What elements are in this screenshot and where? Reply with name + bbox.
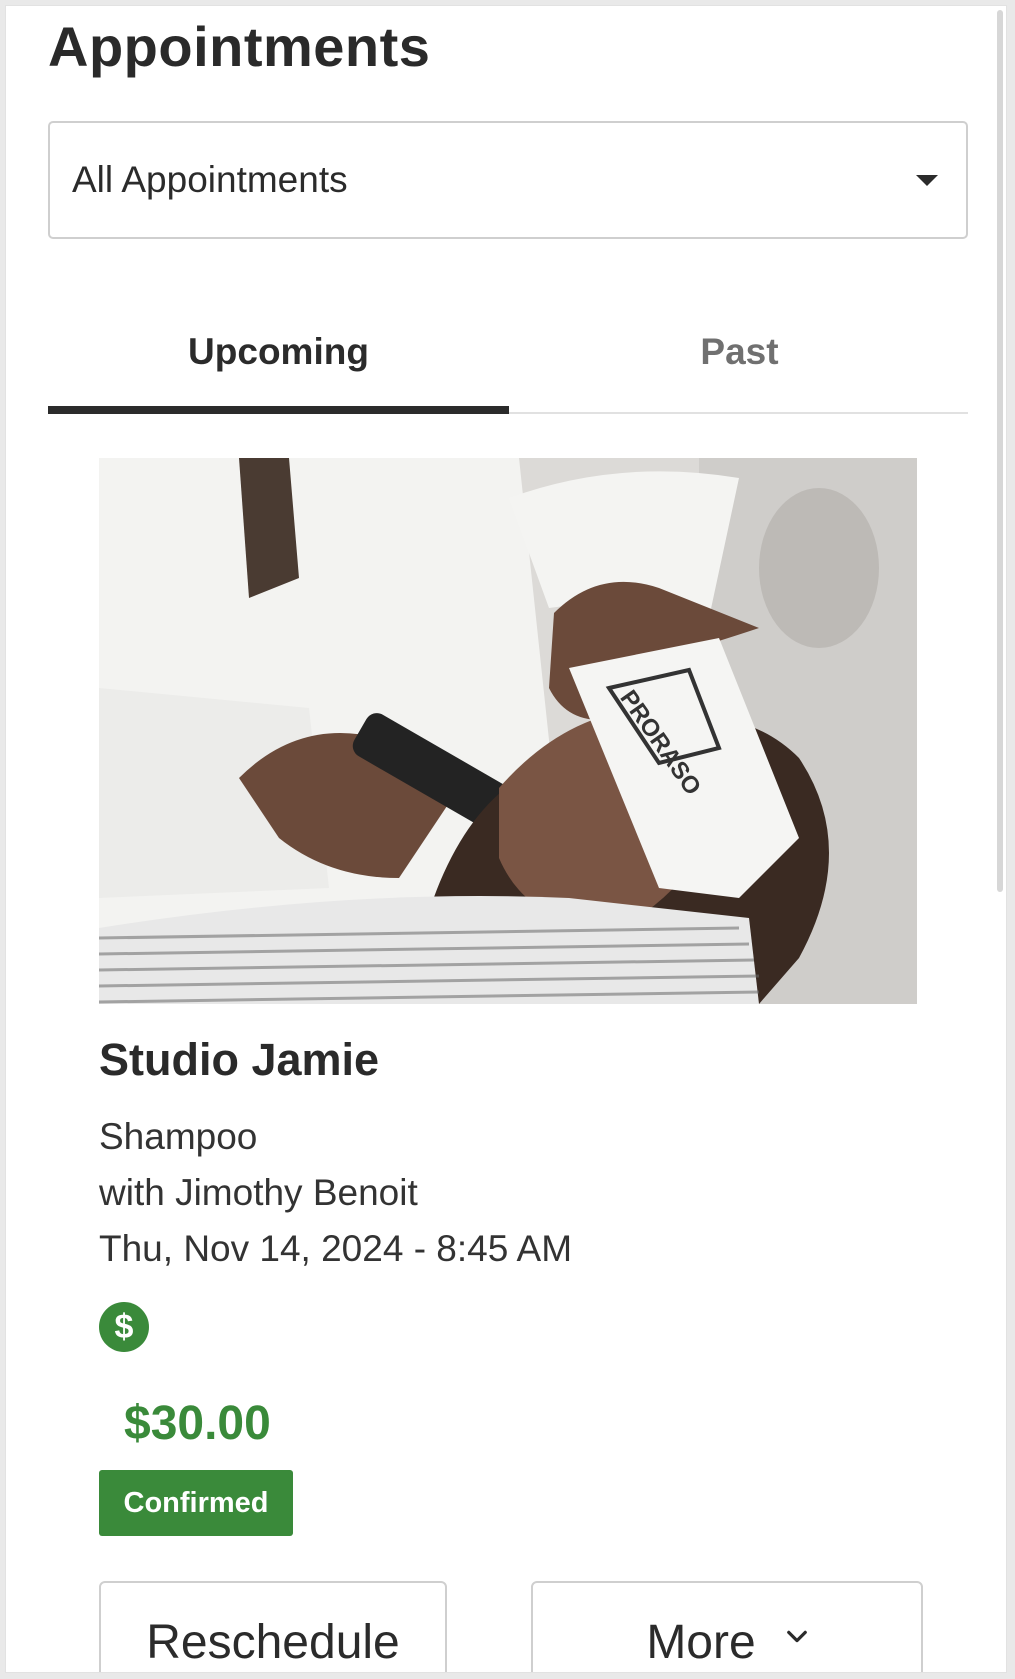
dollar-icon: $ <box>99 1302 149 1352</box>
page-title: Appointments <box>48 15 431 78</box>
appointment-photo: PRORASO <box>99 458 917 1004</box>
filter-selected-value: All Appointments <box>72 159 348 200</box>
reschedule-label: Reschedule <box>146 1616 400 1669</box>
app-screen: Appointments All Appointments Upcoming P… <box>6 6 1006 1672</box>
more-button[interactable]: More <box>531 1581 923 1672</box>
scrollbar[interactable] <box>997 10 1003 892</box>
tab-upcoming[interactable]: Upcoming <box>48 292 509 414</box>
more-label: More <box>646 1616 756 1669</box>
appointment-price: $30.00 <box>124 1397 271 1450</box>
staff-name: with Jimothy Benoit <box>99 1172 418 1213</box>
service-name: Shampoo <box>99 1116 258 1157</box>
tab-past[interactable]: Past <box>509 292 970 412</box>
appointment-filter-select[interactable]: All Appointments <box>48 121 968 239</box>
caret-down-icon <box>916 175 938 186</box>
reschedule-button[interactable]: Reschedule <box>99 1581 447 1672</box>
studio-name: Studio Jamie <box>99 1034 380 1085</box>
appointment-tabs: Upcoming Past <box>48 292 968 414</box>
chevron-down-icon <box>786 1630 807 1643</box>
appointment-datetime: Thu, Nov 14, 2024 - 8:45 AM <box>99 1228 573 1269</box>
status-badge: Confirmed <box>99 1470 293 1536</box>
